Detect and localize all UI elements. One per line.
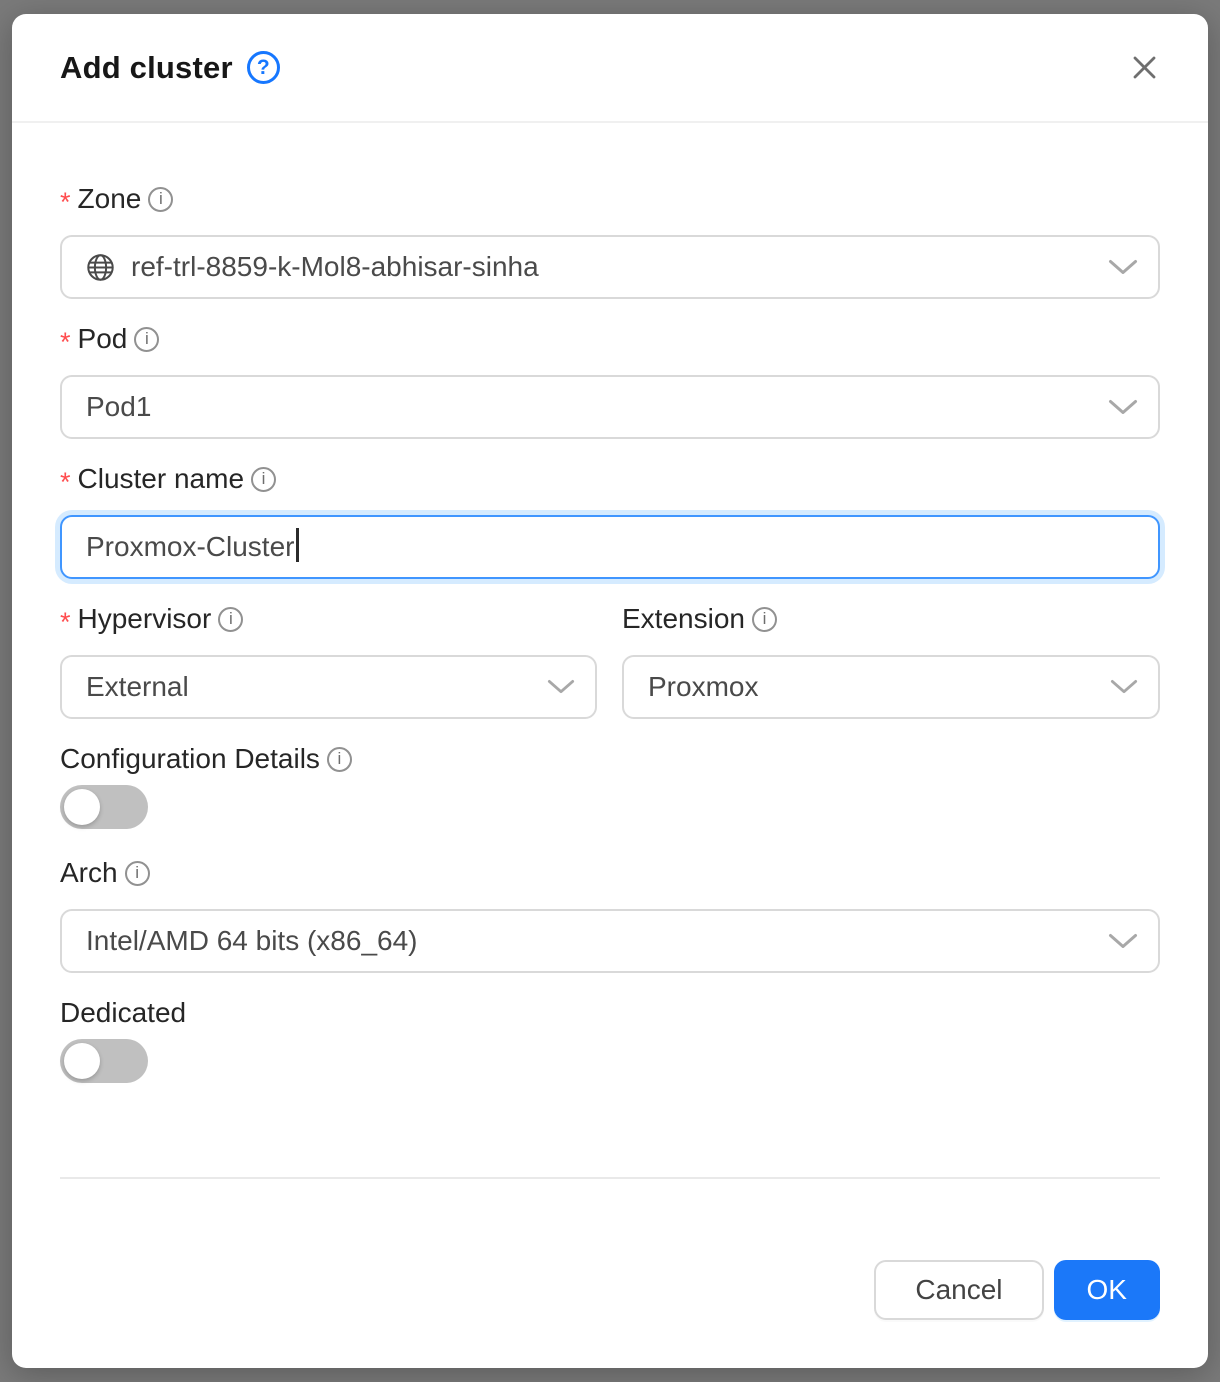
info-icon[interactable]: i <box>218 607 243 632</box>
question-circle-icon[interactable]: ? <box>247 51 280 84</box>
pod-select[interactable]: Pod1 <box>60 375 1160 439</box>
cancel-button[interactable]: Cancel <box>874 1260 1043 1320</box>
pod-label: Pod <box>78 323 128 355</box>
close-icon[interactable] <box>1129 52 1160 83</box>
toggle-knob <box>64 1043 100 1079</box>
pod-select-value: Pod1 <box>86 391 1096 423</box>
info-icon[interactable]: i <box>752 607 777 632</box>
modal-backdrop: Add cluster ? * Zone i <box>0 0 1220 1382</box>
info-icon[interactable]: i <box>327 747 352 772</box>
ok-button[interactable]: OK <box>1054 1260 1160 1320</box>
modal-body: * Zone i ref-trl-8859-k-Mol8- <box>12 123 1208 1144</box>
zone-label-row: * Zone i <box>60 183 1160 215</box>
configuration-details-toggle[interactable] <box>60 785 148 829</box>
toggle-knob <box>64 789 100 825</box>
hypervisor-select-value: External <box>86 671 535 703</box>
form-item-hypervisor: * Hypervisor i External <box>60 603 597 719</box>
form-item-arch: Arch i Intel/AMD 64 bits (x86_64) <box>60 857 1160 973</box>
form-item-configuration-details: Configuration Details i <box>60 743 1160 829</box>
cluster-name-label-row: * Cluster name i <box>60 463 1160 495</box>
hypervisor-label-row: * Hypervisor i <box>60 603 597 635</box>
modal-footer: Cancel OK <box>12 1179 1208 1368</box>
arch-label: Arch <box>60 857 118 889</box>
chevron-down-icon <box>1108 259 1138 276</box>
arch-label-row: Arch i <box>60 857 1160 889</box>
form-item-zone: * Zone i ref-trl-8859-k-Mol8- <box>60 183 1160 299</box>
form-item-extension: Extension i Proxmox <box>622 603 1160 719</box>
extension-select[interactable]: Proxmox <box>622 655 1160 719</box>
globe-icon <box>86 253 115 282</box>
required-asterisk: * <box>60 186 71 218</box>
info-icon[interactable]: i <box>125 861 150 886</box>
hypervisor-select[interactable]: External <box>60 655 597 719</box>
cluster-name-input[interactable]: Proxmox-Cluster <box>60 515 1160 579</box>
extension-label-row: Extension i <box>622 603 1160 635</box>
modal-header: Add cluster ? <box>12 14 1208 123</box>
form-row-hypervisor-extension: * Hypervisor i External <box>60 603 1160 719</box>
form-item-pod: * Pod i Pod1 <box>60 323 1160 439</box>
zone-select-value: ref-trl-8859-k-Mol8-abhisar-sinha <box>131 251 1096 283</box>
dedicated-label: Dedicated <box>60 997 186 1029</box>
zone-label: Zone <box>78 183 142 215</box>
info-icon[interactable]: i <box>134 327 159 352</box>
dedicated-label-row: Dedicated <box>60 997 1160 1029</box>
cluster-name-input-value: Proxmox-Cluster <box>86 531 294 563</box>
form-item-cluster-name: * Cluster name i Proxmox-Cluster <box>60 463 1160 579</box>
chevron-down-icon <box>1108 399 1138 416</box>
hypervisor-label: Hypervisor <box>78 603 212 635</box>
cluster-name-label: Cluster name <box>78 463 245 495</box>
required-asterisk: * <box>60 466 71 498</box>
pod-label-row: * Pod i <box>60 323 1160 355</box>
info-icon[interactable]: i <box>148 187 173 212</box>
info-icon[interactable]: i <box>251 467 276 492</box>
configuration-details-label: Configuration Details <box>60 743 320 775</box>
add-cluster-modal: Add cluster ? * Zone i <box>12 14 1208 1368</box>
arch-select-value: Intel/AMD 64 bits (x86_64) <box>86 925 1096 957</box>
text-caret <box>296 528 299 562</box>
configuration-details-label-row: Configuration Details i <box>60 743 1160 775</box>
modal-title: Add cluster <box>60 50 233 86</box>
dedicated-toggle[interactable] <box>60 1039 148 1083</box>
extension-select-value: Proxmox <box>648 671 1098 703</box>
required-asterisk: * <box>60 606 71 638</box>
chevron-down-icon <box>1108 933 1138 950</box>
required-asterisk: * <box>60 326 71 358</box>
chevron-down-icon <box>1110 679 1138 695</box>
chevron-down-icon <box>547 679 575 695</box>
arch-select[interactable]: Intel/AMD 64 bits (x86_64) <box>60 909 1160 973</box>
extension-label: Extension <box>622 603 745 635</box>
form-item-dedicated: Dedicated <box>60 997 1160 1083</box>
zone-select[interactable]: ref-trl-8859-k-Mol8-abhisar-sinha <box>60 235 1160 299</box>
